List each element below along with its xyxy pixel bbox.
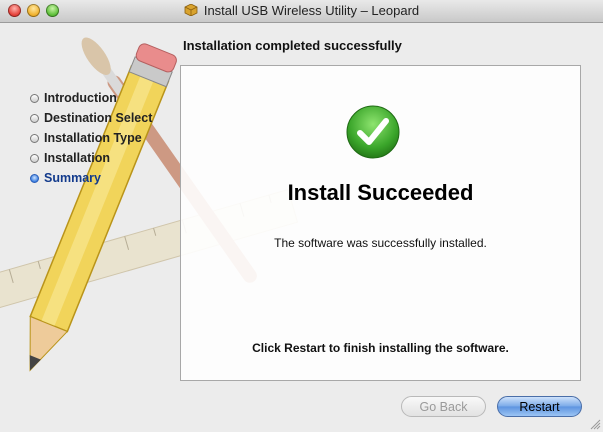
restart-instruction: Click Restart to finish installing the s… — [252, 341, 509, 355]
step-bullet-active-icon — [30, 173, 39, 183]
step-bullet-icon — [30, 113, 39, 123]
step-installation: Installation — [30, 148, 152, 168]
step-introduction: Introduction — [30, 88, 152, 108]
step-label: Summary — [44, 171, 101, 185]
window-title-text: Install USB Wireless Utility – Leopard — [203, 3, 420, 18]
step-bullet-icon — [30, 93, 39, 103]
installer-steps: Introduction Destination Select Installa… — [30, 88, 152, 188]
package-icon — [184, 4, 198, 16]
step-destination-select: Destination Select — [30, 108, 152, 128]
step-summary: Summary — [30, 168, 152, 188]
installer-window: Install USB Wireless Utility – Leopard I… — [0, 0, 603, 432]
resize-grip-icon[interactable] — [589, 418, 601, 430]
summary-panel: Install Succeeded The software was succe… — [180, 65, 581, 381]
checkmark-icon — [346, 105, 400, 159]
step-label: Introduction — [44, 91, 117, 105]
step-bullet-icon — [30, 153, 39, 163]
install-succeeded-title: Install Succeeded — [287, 180, 474, 205]
step-label: Installation — [44, 151, 110, 165]
title-bar[interactable]: Install USB Wireless Utility – Leopard — [0, 0, 603, 23]
step-label: Destination Select — [44, 111, 153, 125]
step-label: Installation Type — [44, 131, 142, 145]
go-back-button[interactable]: Go Back — [401, 396, 486, 417]
step-installation-type: Installation Type — [30, 128, 152, 148]
step-bullet-icon — [30, 133, 39, 143]
restart-button[interactable]: Restart — [497, 396, 582, 417]
installation-status-heading: Installation completed successfully — [183, 38, 402, 53]
window-title: Install USB Wireless Utility – Leopard — [0, 0, 603, 22]
install-success-message: The software was successfully installed. — [274, 236, 487, 250]
